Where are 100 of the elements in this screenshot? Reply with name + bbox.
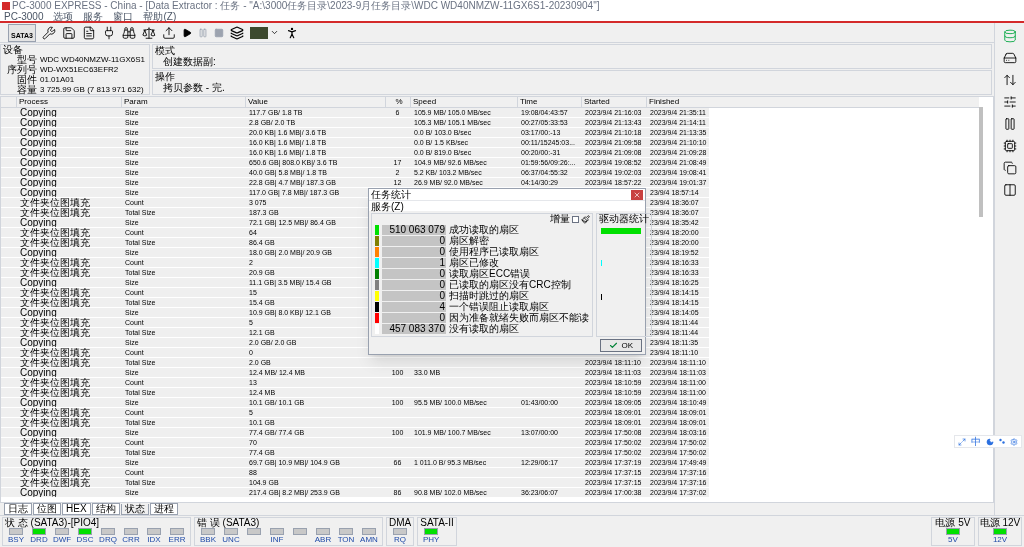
table-cell: Copying	[20, 218, 57, 227]
count-value: 0	[382, 235, 446, 246]
close-button[interactable]	[631, 189, 643, 200]
table-cell: Copying	[20, 128, 57, 137]
stat-label: 成功读取的扇区	[449, 224, 519, 235]
panel-title: 驱动器统计	[599, 214, 649, 224]
stat-label: 扇区已修改	[449, 257, 499, 268]
led-label: DRQ	[99, 535, 117, 545]
tools-icon[interactable]	[41, 25, 56, 40]
led-label: UNC	[222, 535, 240, 545]
field-label: 型号	[16, 55, 37, 65]
led-label: 5V	[948, 535, 958, 545]
led-label: CRR	[122, 535, 140, 545]
windows-icon[interactable]	[229, 25, 244, 40]
tab[interactable]: 位图	[33, 503, 61, 515]
count-value: 0	[382, 312, 446, 323]
language-button[interactable]: 中	[970, 436, 981, 447]
table-cell: Copying	[20, 338, 57, 347]
led-label: BSY	[8, 535, 24, 545]
drive-icon[interactable]	[1002, 51, 1017, 65]
copy-icon[interactable]	[1002, 161, 1017, 175]
settings-icon[interactable]	[1010, 437, 1019, 446]
field-label: 容量	[16, 85, 37, 95]
arrows-icon[interactable]	[1002, 73, 1017, 87]
sliders-icon[interactable]	[1002, 95, 1017, 109]
tab[interactable]: HEX	[62, 503, 91, 515]
scale-icon[interactable]	[141, 25, 156, 40]
menu-item[interactable]: 选项	[53, 10, 74, 22]
tab[interactable]: 状态	[120, 504, 149, 515]
panel-value: 创建数据副:	[162, 56, 217, 67]
table-cell: Copying	[20, 398, 57, 407]
menu-item[interactable]: 服务(Z)	[371, 200, 404, 212]
column-header[interactable]: Started	[581, 97, 646, 107]
column-header[interactable]: Process	[16, 97, 121, 107]
punctuation-icon[interactable]	[999, 438, 1006, 445]
led-label: IDX	[147, 535, 161, 545]
expand-icon[interactable]	[957, 437, 966, 446]
column-header[interactable]: Finished	[646, 97, 709, 107]
save-icon[interactable]	[61, 25, 76, 40]
table-cell: Copying	[20, 278, 57, 287]
table-cell: Copying	[20, 118, 57, 127]
connector-icon[interactable]	[1002, 183, 1017, 197]
brush-icon[interactable]	[581, 214, 590, 224]
column-header[interactable]: %	[385, 97, 410, 107]
led-label: PHY	[423, 535, 440, 545]
table-cell: Copying	[20, 308, 57, 317]
count-value: 0	[382, 279, 446, 290]
table-cell: Copying	[20, 148, 57, 157]
table-cell: Copying	[20, 168, 57, 177]
pause-icon[interactable]	[1002, 117, 1017, 131]
stat-label: 因为准备就绪失败而扇区不能读	[449, 312, 589, 323]
led-label: RQ	[394, 535, 406, 545]
menu-item[interactable]: 服务	[83, 10, 104, 22]
table-cell: Copying	[20, 458, 57, 467]
table-cell: Copying	[20, 138, 57, 147]
monitor-dropdown[interactable]	[249, 26, 279, 39]
table-cell: Copying	[20, 488, 57, 497]
table-cell: Copying	[20, 188, 57, 197]
tab[interactable]: 日志	[4, 503, 32, 515]
tab[interactable]: 结构	[91, 503, 120, 515]
count-value: 0	[382, 246, 446, 257]
led-label: INF	[270, 535, 284, 545]
column-header[interactable]: Value	[245, 97, 385, 107]
led-label: DWF	[52, 535, 72, 545]
column-header[interactable]: Time	[517, 97, 581, 107]
group-title: 电源 5V	[935, 518, 971, 528]
play-icon[interactable]	[181, 27, 192, 38]
chip-icon[interactable]	[1002, 139, 1017, 153]
document-icon[interactable]	[81, 25, 96, 40]
checkbox[interactable]	[572, 215, 579, 223]
menu-item[interactable]: 窗口	[113, 10, 134, 22]
group-title: 错 误 (SATA3)	[197, 518, 261, 528]
panel-title: 操作	[155, 71, 176, 82]
field-label: 固件	[17, 75, 37, 85]
stat-label: 没有读取的扇区	[449, 323, 519, 334]
panel-title: 设备	[3, 45, 24, 55]
menu-item[interactable]: PC-3000	[4, 10, 44, 22]
led-label: 12V	[992, 535, 1008, 545]
caret-icon[interactable]	[269, 28, 279, 37]
field-value: 01.01A01	[40, 75, 75, 85]
check-icon	[609, 341, 619, 350]
stat-label: 扫描时跳过的扇区	[449, 290, 529, 301]
table-cell: Copying	[20, 368, 57, 377]
stat-label: 读取扇区ECC错误	[449, 268, 531, 279]
table-cell: Copying	[20, 108, 57, 117]
ok-button[interactable]: OK	[600, 339, 642, 352]
column-header[interactable]: Speed	[410, 97, 517, 107]
menu-item[interactable]: 帮助(Z)	[143, 10, 177, 22]
moon-icon[interactable]	[985, 437, 994, 446]
stat-label: 扇区解密	[449, 235, 489, 246]
panel-value: 拷贝参数 - 完.	[162, 82, 226, 93]
led-label: BBK	[200, 535, 216, 545]
led-label: TON	[337, 535, 355, 545]
table-cell: Copying	[20, 178, 57, 187]
binoculars-icon[interactable]	[121, 25, 136, 40]
count-value: 510 063 079	[382, 224, 446, 235]
scrollbar[interactable]	[979, 107, 983, 217]
tab[interactable]: 进程	[149, 503, 178, 515]
column-header[interactable]: Param	[121, 97, 245, 107]
export-icon[interactable]	[161, 25, 176, 40]
